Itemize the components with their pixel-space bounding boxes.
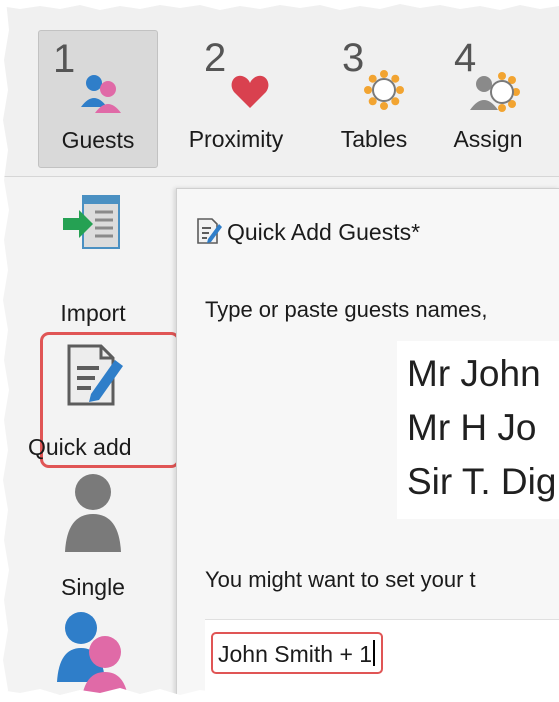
example-line: Mr H Jo (407, 407, 537, 448)
sidebar-item-single[interactable]: Single (12, 472, 174, 602)
toolbar-proximity-button[interactable]: 2 Proximity (172, 30, 300, 166)
couple-icon (55, 610, 131, 702)
heart-icon (230, 74, 270, 116)
quick-add-title-icon (195, 217, 223, 250)
sidebar-item-label: Single (61, 574, 125, 600)
toolbar-label: Tables (340, 126, 408, 152)
quick-add-dialog: Quick Add Guests* Type or paste guests n… (176, 188, 559, 702)
toolbar-label: Guests (61, 127, 135, 153)
text-caret (373, 640, 376, 666)
guest-name-value: John Smith + 1 (218, 641, 373, 667)
guests-icon (79, 71, 123, 121)
step-number: 1 (53, 37, 76, 81)
toolbar-tables-button[interactable]: 3 Tables (326, 30, 422, 166)
example-names-box: Mr John Mr H Jo Sir T. Dig (397, 341, 559, 519)
quick-add-icon (61, 342, 125, 414)
toolbar-label: Assign (453, 126, 523, 152)
guest-entry-area[interactable]: John Smith + 1 (205, 619, 559, 702)
sidebar-item-import[interactable]: Import (12, 192, 174, 326)
main-toolbar: 1 Guests 2 Proximity 3 Tables 4 Assign (0, 0, 559, 177)
example-line: Sir T. Dig (407, 461, 557, 502)
sidebar-item-couple[interactable] (12, 610, 174, 702)
instructions-text: Type or paste guests names, (205, 297, 488, 322)
single-person-icon (63, 472, 123, 558)
import-icon (61, 194, 125, 264)
sidebar-item-quick-add[interactable]: Quick add (12, 334, 174, 462)
toolbar-assign-button[interactable]: 4 Assign (440, 30, 536, 166)
step-number: 3 (342, 36, 365, 80)
table-gear-icon (364, 70, 404, 116)
hint-text: You might want to set your t (205, 567, 476, 592)
dialog-title: Quick Add Guests* (227, 219, 421, 245)
app-window: 1 Guests 2 Proximity 3 Tables 4 Assign I… (0, 0, 559, 702)
sidebar-item-label: Import (60, 300, 126, 326)
guest-name-input[interactable]: John Smith + 1 (211, 632, 384, 674)
step-number: 2 (204, 36, 227, 80)
guests-sidebar: Import Quick add Single (12, 178, 180, 702)
example-line: Mr John (407, 353, 541, 394)
assign-gear-icon (470, 70, 520, 120)
toolbar-guests-button[interactable]: 1 Guests (38, 30, 158, 168)
toolbar-label: Proximity (188, 126, 284, 152)
sidebar-item-label: Quick add (28, 434, 132, 460)
